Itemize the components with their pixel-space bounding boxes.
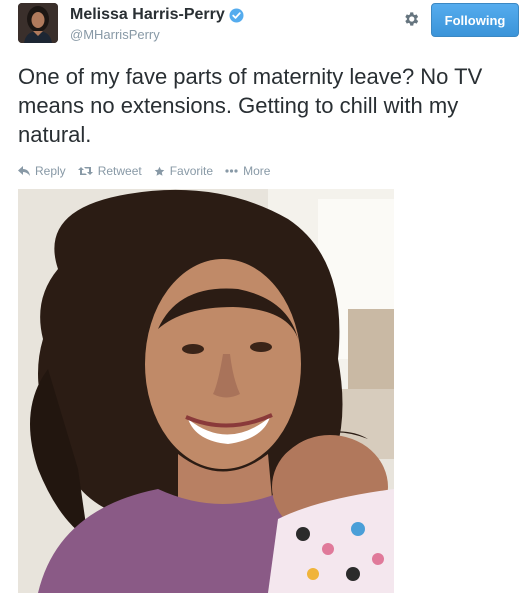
retweet-icon <box>77 166 93 176</box>
name-row: Melissa Harris-Perry <box>70 6 244 24</box>
following-button[interactable]: Following <box>431 3 519 37</box>
reply-action[interactable]: Reply <box>18 164 66 178</box>
more-label: More <box>243 164 271 178</box>
reply-icon <box>18 166 30 176</box>
retweet-label: Retweet <box>97 164 142 178</box>
favorite-label: Favorite <box>169 164 214 178</box>
tweet-text: One of my fave parts of maternity leave?… <box>18 64 483 147</box>
retweet-action[interactable]: Retweet <box>77 164 142 178</box>
reply-label: Reply <box>35 164 66 178</box>
tweet-card: Melissa Harris-Perry @MHarrisPerry Follo… <box>0 0 521 593</box>
tweet-photo[interactable] <box>18 189 394 593</box>
star-icon <box>154 166 165 177</box>
avatar[interactable] <box>18 3 58 43</box>
user-handle[interactable]: @MHarrisPerry <box>70 27 160 42</box>
more-dots-icon <box>225 169 238 173</box>
more-action[interactable]: More <box>225 164 270 178</box>
display-name[interactable]: Melissa Harris-Perry <box>70 6 225 24</box>
tweet-actions: Reply Retweet Favorite More <box>18 164 282 178</box>
gear-icon[interactable] <box>402 10 420 28</box>
verified-badge-icon <box>229 8 244 23</box>
favorite-action[interactable]: Favorite <box>154 164 213 178</box>
